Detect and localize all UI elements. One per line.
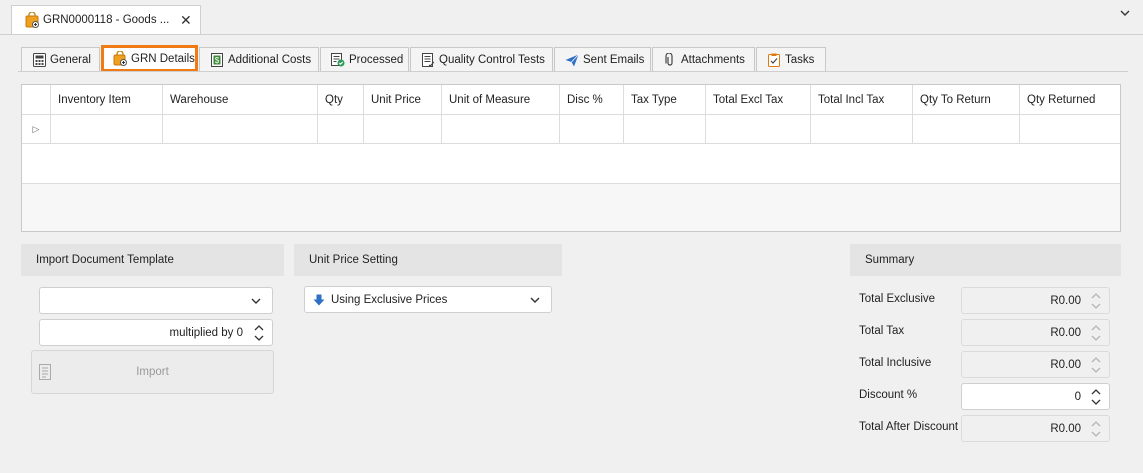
tab-tasks[interactable]: Tasks [756, 47, 826, 72]
total-after-discount-label: Total After Discount [859, 421, 959, 433]
tab-label: Tasks [785, 54, 815, 66]
grid-cell[interactable] [1019, 114, 1120, 144]
spin-arrows-icon [1091, 356, 1101, 374]
tab-label: Processed [349, 54, 404, 66]
new-row-indicator: ▷ [22, 114, 51, 144]
calculator-icon [32, 53, 46, 67]
import-template-header: Import Document Template [21, 244, 284, 276]
unit-price-setting-value: Using Exclusive Prices [331, 293, 448, 306]
column-header[interactable]: Unit of Measure [441, 85, 560, 115]
total-inclusive-value: R0.00 [1050, 358, 1081, 371]
clipboard-icon [767, 53, 781, 67]
tab-label: General [50, 54, 91, 66]
grid-cell[interactable] [912, 114, 1020, 144]
chevron-down-icon [251, 295, 261, 307]
column-header[interactable]: Qty [317, 85, 364, 115]
collapse-chevron-icon[interactable] [1120, 8, 1130, 20]
total-inclusive-label: Total Inclusive [859, 357, 932, 369]
processed-check-icon [331, 53, 345, 67]
tab-label: Quality Control Tests [439, 54, 545, 66]
tab-label: Additional Costs [228, 54, 312, 66]
total-exclusive-value: R0.00 [1050, 294, 1081, 307]
discount-percent-stepper[interactable]: 0 [961, 383, 1110, 410]
row-selector-header [22, 85, 51, 115]
tab-grn-details[interactable]: GRN Details [101, 45, 198, 72]
document-tab[interactable]: GRN0000118 - Goods ... ✕ [11, 5, 201, 35]
spin-arrows-icon[interactable] [254, 324, 264, 342]
tab-general[interactable]: General [21, 47, 100, 72]
tab-quality-control-tests[interactable]: Quality Control Tests [410, 47, 553, 72]
total-tax-field: R0.00 [961, 319, 1110, 346]
bag-icon [113, 51, 127, 66]
down-arrow-icon [313, 294, 325, 306]
unit-price-setting-header: Unit Price Setting [294, 244, 562, 276]
column-header[interactable]: Tax Type [623, 85, 706, 115]
unit-price-setting-dropdown[interactable]: Using Exclusive Prices [304, 286, 552, 313]
column-header[interactable]: Inventory Item [50, 85, 163, 115]
grid-cell[interactable] [810, 114, 913, 144]
send-icon [565, 53, 579, 67]
total-tax-label: Total Tax [859, 325, 905, 337]
svg-text:$: $ [215, 56, 220, 65]
import-button[interactable]: Import [31, 350, 274, 394]
tab-sent-emails[interactable]: Sent Emails [554, 47, 651, 72]
new-item-row[interactable]: ▷ [22, 114, 1120, 144]
grid-cell[interactable] [317, 114, 364, 144]
tab-label: Attachments [681, 54, 745, 66]
checklist-icon [421, 53, 435, 67]
discount-percent-label: Discount % [859, 389, 918, 401]
grid-cell[interactable] [363, 114, 442, 144]
discount-percent-value: 0 [1074, 390, 1081, 403]
tabs-baseline [18, 71, 1128, 72]
grid-cell[interactable] [623, 114, 706, 144]
bag-icon [25, 11, 39, 31]
summary-header: Summary [850, 244, 1121, 276]
spin-arrows-icon [1091, 292, 1101, 310]
chevron-down-icon [530, 294, 540, 306]
total-tax-value: R0.00 [1050, 326, 1081, 339]
paperclip-icon [663, 53, 677, 67]
total-inclusive-field: R0.00 [961, 351, 1110, 378]
column-header[interactable]: Warehouse [162, 85, 318, 115]
column-header[interactable]: Qty Returned [1019, 85, 1120, 115]
column-header[interactable]: Qty To Return [912, 85, 1020, 115]
total-exclusive-label: Total Exclusive [859, 293, 936, 305]
column-header[interactable]: Disc % [559, 85, 624, 115]
spin-arrows-icon[interactable] [1091, 388, 1101, 406]
tab-additional-costs[interactable]: $ Additional Costs [199, 47, 319, 72]
grid-cell[interactable] [441, 114, 560, 144]
dollar-document-icon: $ [210, 53, 224, 67]
column-header[interactable]: Unit Price [363, 85, 442, 115]
total-exclusive-field: R0.00 [961, 287, 1110, 314]
total-after-discount-value: R0.00 [1050, 422, 1081, 435]
line-items-grid[interactable]: Inventory Item Warehouse Qty Unit Price … [21, 84, 1121, 232]
grid-header-row: Inventory Item Warehouse Qty Unit Price … [22, 85, 1120, 115]
grid-cell[interactable] [50, 114, 163, 144]
grid-cell[interactable] [559, 114, 624, 144]
import-button-label: Import [136, 366, 169, 378]
spin-arrows-icon [1091, 324, 1101, 342]
multiplier-value: multiplied by 0 [169, 326, 243, 339]
tab-label: Sent Emails [583, 54, 645, 66]
total-after-discount-field: R0.00 [961, 415, 1110, 442]
grid-cell[interactable] [162, 114, 318, 144]
template-dropdown[interactable] [39, 287, 273, 314]
tab-label: GRN Details [131, 52, 195, 65]
column-header[interactable]: Total Excl Tax [705, 85, 811, 115]
grid-table: Inventory Item Warehouse Qty Unit Price … [22, 85, 1120, 144]
grid-cell[interactable] [705, 114, 811, 144]
tab-processed[interactable]: Processed [320, 47, 409, 72]
grid-footer-area [22, 144, 1120, 184]
import-document-icon [39, 364, 51, 383]
multiplier-stepper[interactable]: multiplied by 0 [39, 319, 273, 346]
document-tab-title: GRN0000118 - Goods ... [43, 14, 170, 26]
column-header[interactable]: Total Incl Tax [810, 85, 913, 115]
spin-arrows-icon [1091, 420, 1101, 438]
close-tab-icon[interactable]: ✕ [180, 12, 192, 29]
tab-attachments[interactable]: Attachments [652, 47, 755, 72]
